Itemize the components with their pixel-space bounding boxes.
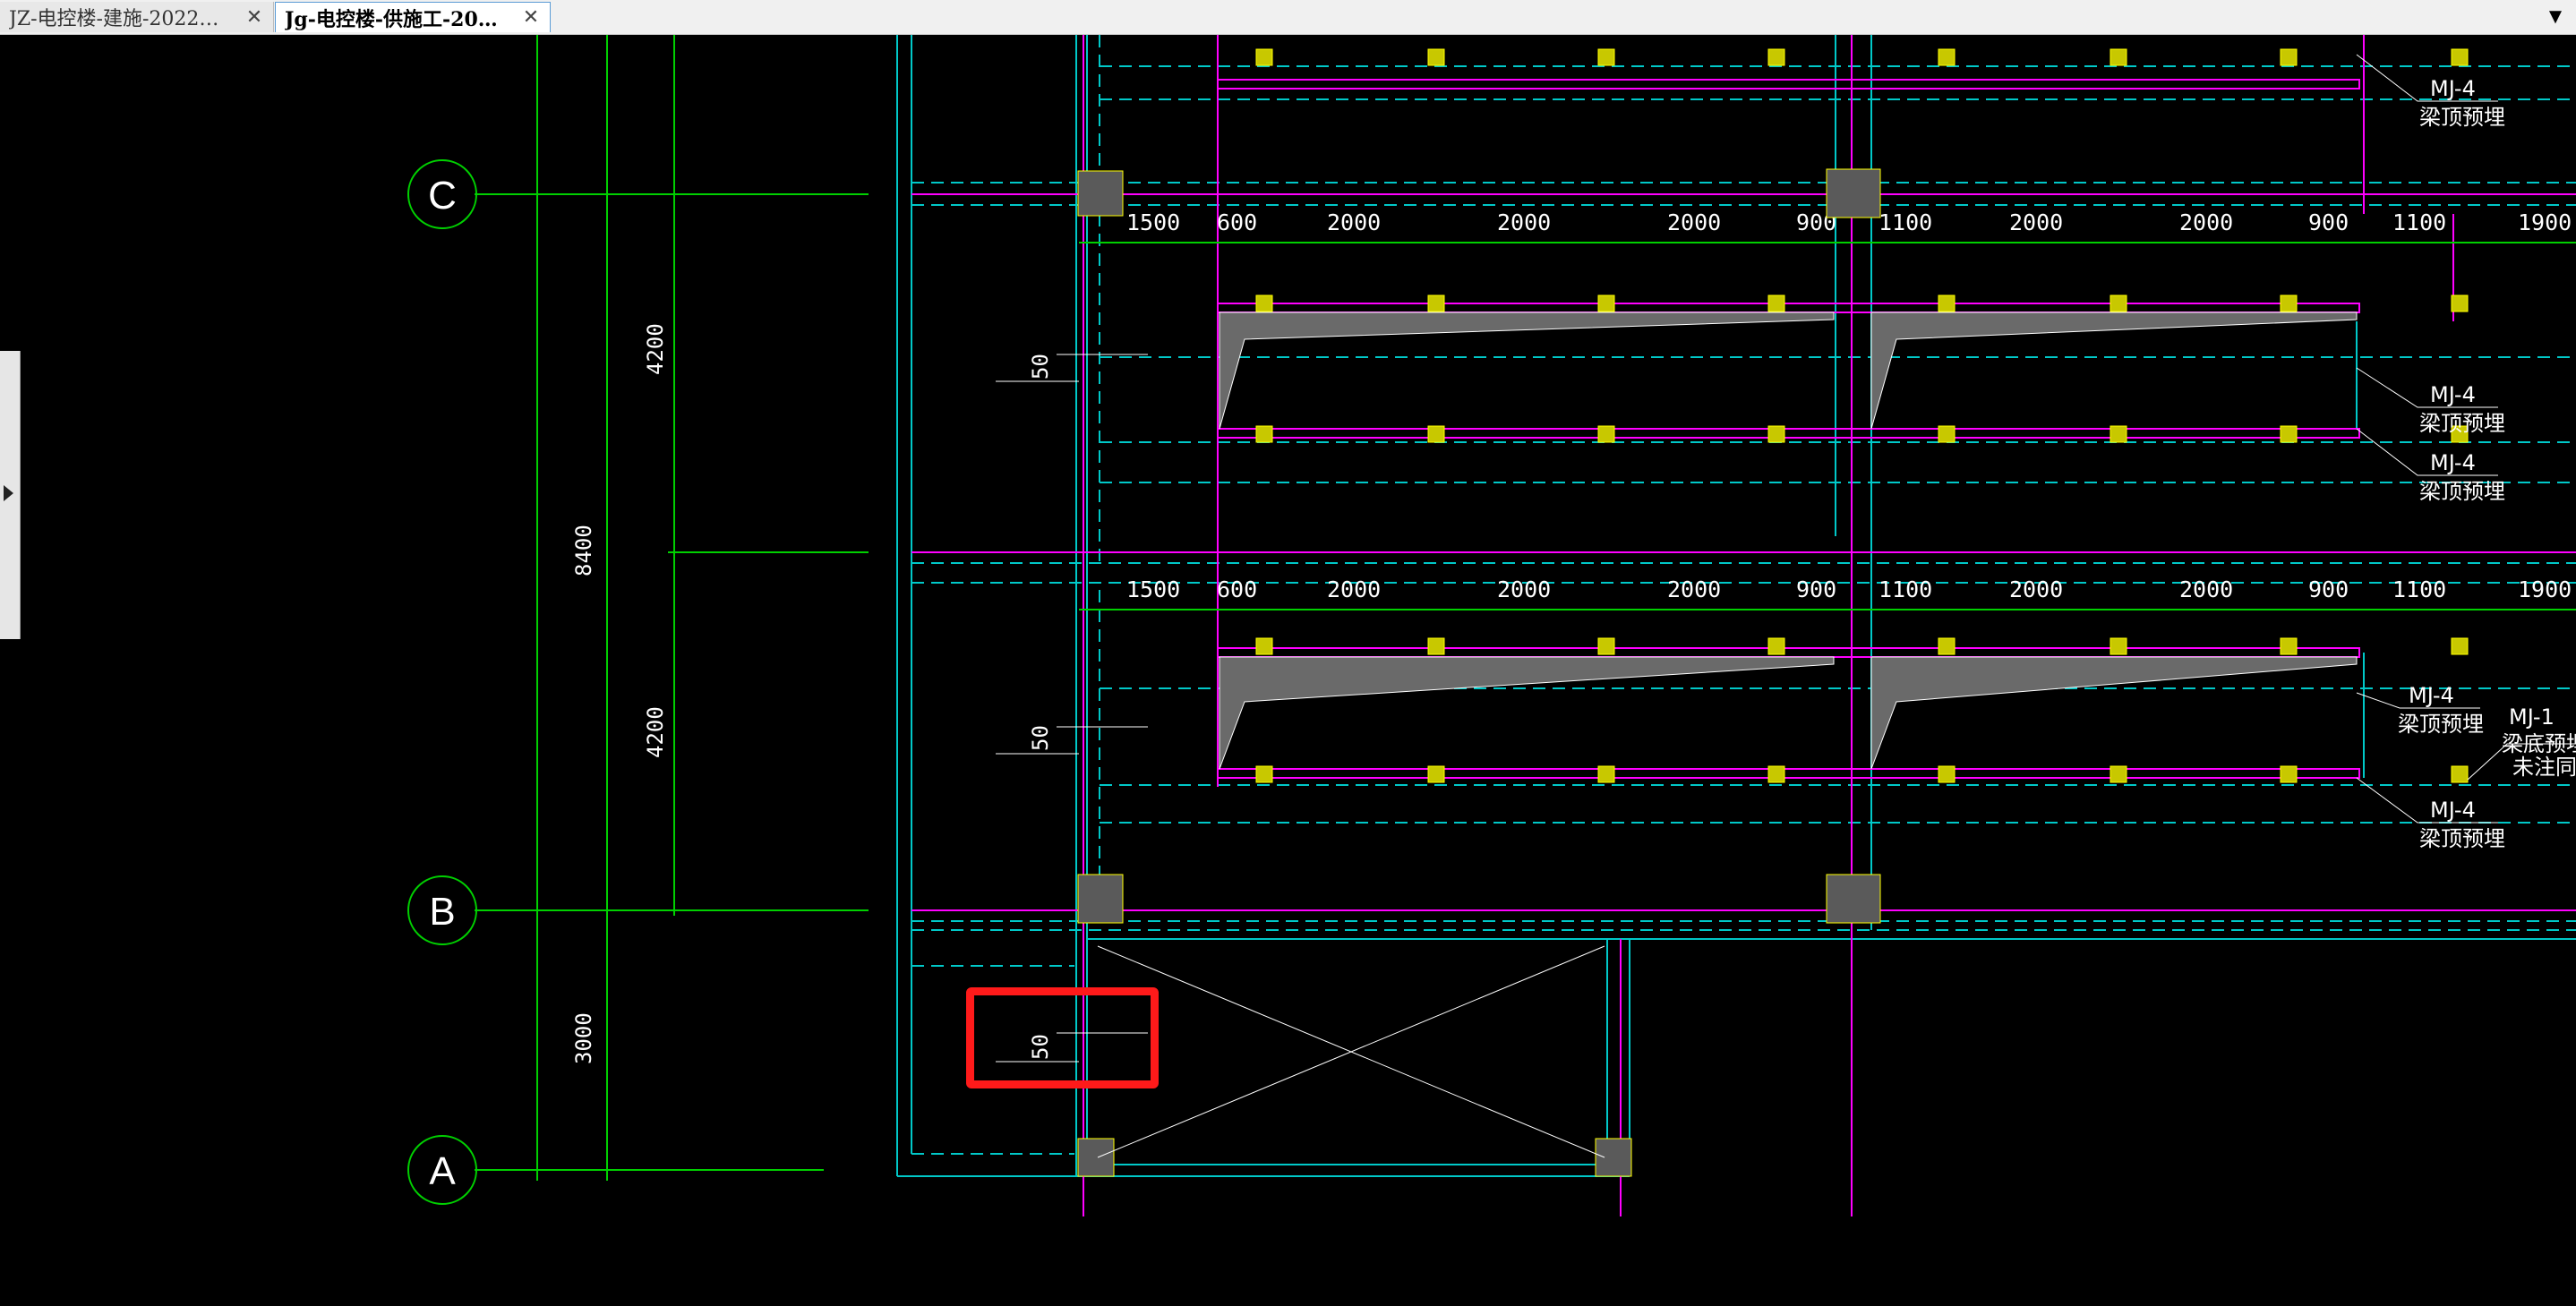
svg-text:2000: 2000 (1667, 209, 1721, 235)
svg-text:B: B (429, 890, 455, 934)
span-dims-row2: 1500 600 2000 2000 2000 900 1100 2000 20… (1126, 576, 2572, 602)
svg-text:MJ-4: MJ-4 (2430, 76, 2476, 101)
tab-jz-drawing[interactable]: JZ-电控楼-建施-2022… ✕ (0, 2, 274, 32)
svg-text:梁顶预埋: 梁顶预埋 (2419, 105, 2505, 130)
close-icon[interactable]: ✕ (521, 6, 541, 29)
svg-text:C: C (428, 174, 457, 218)
svg-text:MJ-4: MJ-4 (2430, 798, 2476, 823)
axis-bubble-b: B (407, 875, 477, 945)
svg-text:900: 900 (2308, 209, 2349, 235)
dim-4200-lower: 4200 (643, 706, 668, 758)
svg-text:2000: 2000 (2009, 209, 2063, 235)
tab-list-dropdown-icon[interactable]: ▼ (2542, 4, 2569, 30)
svg-text:MJ-4: MJ-4 (2430, 382, 2476, 407)
svg-text:2000: 2000 (2179, 576, 2233, 602)
svg-text:1100: 1100 (2392, 209, 2446, 235)
svg-text:梁顶预埋: 梁顶预埋 (2419, 479, 2505, 504)
svg-text:1100: 1100 (1879, 576, 1932, 602)
dim-4200-upper: 4200 (643, 323, 668, 375)
close-icon[interactable]: ✕ (244, 6, 264, 29)
tab-label: Jg-电控楼-供施工-20… (285, 7, 498, 31)
svg-text:梁顶预埋: 梁顶预埋 (2398, 712, 2484, 737)
embedment-labels: MJ-4 梁顶预埋 MJ-4 梁顶预埋 MJ-4 梁顶预埋 MJ-4 梁顶预埋 … (2398, 76, 2576, 851)
svg-text:600: 600 (1217, 576, 1257, 602)
cad-drawing-canvas[interactable]: C B A 8400 4200 4200 3000 1500 600 2000 … (0, 35, 2576, 1306)
svg-text:1100: 1100 (1879, 209, 1932, 235)
opening-cross (1097, 945, 1605, 1158)
svg-text:2000: 2000 (2179, 209, 2233, 235)
svg-text:1500: 1500 (1126, 209, 1180, 235)
svg-text:600: 600 (1217, 209, 1257, 235)
svg-text:1900: 1900 (2518, 209, 2572, 235)
svg-text:MJ-4: MJ-4 (2409, 683, 2454, 708)
svg-text:900: 900 (1796, 576, 1836, 602)
document-tab-bar: JZ-电控楼-建施-2022… ✕ Jg-电控楼-供施工-20… ✕ ▼ (0, 0, 2576, 35)
dim-8400: 8400 (571, 525, 596, 576)
svg-text:未注同: 未注同 (2512, 755, 2576, 780)
svg-text:2000: 2000 (1327, 576, 1381, 602)
svg-text:2000: 2000 (1667, 576, 1721, 602)
svg-text:MJ-1: MJ-1 (2509, 704, 2555, 730)
svg-text:2000: 2000 (1497, 209, 1551, 235)
svg-text:梁顶预埋: 梁顶预埋 (2419, 826, 2505, 851)
svg-text:MJ-4: MJ-4 (2430, 450, 2476, 475)
dim-3000: 3000 (571, 1012, 596, 1064)
slab-sections (1219, 312, 2358, 770)
dimension-lines (475, 35, 869, 1181)
svg-text:1900: 1900 (2518, 576, 2572, 602)
span-dimension-lines (1079, 242, 2576, 610)
svg-text:900: 900 (2308, 576, 2349, 602)
highlight-annotation-box (966, 987, 1159, 1088)
dim-50-a: 50 (1028, 354, 1053, 380)
axis-bubble-c: C (407, 159, 477, 229)
svg-text:1500: 1500 (1126, 576, 1180, 602)
svg-text:1100: 1100 (2392, 576, 2446, 602)
svg-text:2000: 2000 (2009, 576, 2063, 602)
svg-text:梁顶预埋: 梁顶预埋 (2419, 411, 2505, 436)
tab-label: JZ-电控楼-建施-2022… (9, 8, 219, 30)
svg-text:2000: 2000 (1497, 576, 1551, 602)
svg-text:2000: 2000 (1327, 209, 1381, 235)
small-dim-leaders (996, 354, 1148, 1063)
dim-50-b: 50 (1028, 725, 1053, 751)
axis-bubble-a: A (407, 1135, 477, 1205)
svg-text:梁底预埋: 梁底预埋 (2502, 731, 2576, 756)
tab-jg-drawing[interactable]: Jg-电控楼-供施工-20… ✕ (275, 2, 551, 32)
svg-text:A: A (429, 1149, 456, 1193)
